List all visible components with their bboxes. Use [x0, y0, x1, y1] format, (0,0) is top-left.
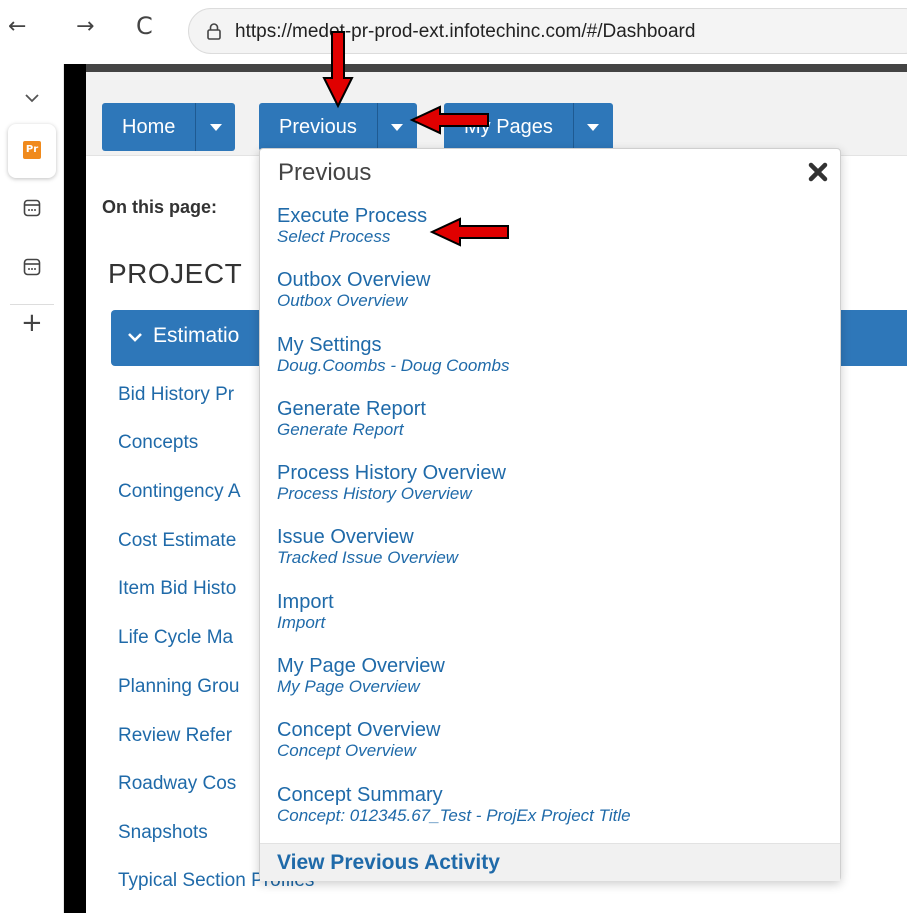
recent-item-title: Outbox Overview [277, 269, 431, 291]
recent-item-process-history-overview[interactable]: Process History Overview Process History… [277, 462, 506, 504]
recent-item-subtitle: Generate Report [277, 420, 404, 439]
recent-item-subtitle: Select Process [277, 227, 391, 246]
caret-down-icon [587, 123, 600, 131]
sidebar-divider [10, 304, 54, 305]
add-tab-icon[interactable]: + [21, 308, 43, 338]
list-link[interactable]: Cost Estimate [118, 530, 236, 552]
recent-item-title: Generate Report [277, 398, 426, 420]
tab-icon[interactable] [22, 198, 42, 218]
list-link[interactable]: Bid History Pr [118, 384, 234, 406]
recent-item-outbox-overview[interactable]: Outbox Overview Outbox Overview [277, 269, 430, 311]
address-bar[interactable]: https://medot-pr-prod-ext.infotechinc.co… [188, 8, 907, 54]
recent-item-subtitle: Concept Overview [277, 741, 416, 760]
page-top-border [86, 64, 907, 72]
browser-toolbar: ← → C https://medot-pr-prod-ext.infotech… [0, 0, 907, 64]
chevron-down-icon [128, 333, 142, 342]
my-pages-dropdown-toggle[interactable] [572, 103, 613, 151]
app-tab[interactable]: Pr [8, 124, 56, 178]
app-badge-icon: Pr [23, 141, 41, 159]
recent-item-subtitle: Concept: 012345.67_Test - ProjEx Project… [277, 806, 631, 825]
recent-item-title: Concept Summary [277, 784, 443, 806]
back-icon[interactable]: ← [8, 16, 26, 38]
recent-item-subtitle: Process History Overview [277, 484, 472, 503]
recent-item-generate-report[interactable]: Generate Report Generate Report [277, 398, 426, 440]
list-link[interactable]: Contingency A [118, 481, 241, 503]
recent-item-import[interactable]: Import Import [277, 591, 334, 633]
annotation-arrow-left-icon [409, 105, 489, 135]
recent-item-title: My Page Overview [277, 655, 445, 677]
list-link[interactable]: Life Cycle Ma [118, 627, 233, 649]
list-link[interactable]: Concepts [118, 432, 198, 454]
page-header: Home Previous My Pages [86, 72, 907, 156]
reload-icon[interactable]: C [136, 14, 153, 38]
forward-icon[interactable]: → [76, 16, 94, 38]
recent-item-title: Process History Overview [277, 462, 506, 484]
previous-dropdown-menu: Previous Execute Process Select Process … [259, 148, 841, 881]
recent-item-concept-overview[interactable]: Concept Overview Concept Overview [277, 719, 440, 761]
home-button-group: Home [102, 103, 236, 151]
recent-item-title: Concept Overview [277, 719, 441, 741]
site-info-icon[interactable] [205, 22, 223, 40]
recent-item-subtitle: Tracked Issue Overview [277, 548, 459, 567]
dropdown-title: Previous [278, 159, 372, 186]
list-link[interactable]: Review Refer [118, 725, 232, 747]
previous-button-group: Previous [259, 103, 417, 151]
caret-down-icon [209, 123, 222, 131]
caret-down-icon [391, 123, 404, 131]
list-link[interactable]: Planning Grou [118, 676, 239, 698]
list-link[interactable]: Snapshots [118, 822, 208, 844]
tab-icon[interactable] [22, 257, 42, 277]
section-label: Estimatio [153, 324, 240, 347]
recent-item-subtitle: Outbox Overview [277, 291, 408, 310]
recent-item-title: Issue Overview [277, 526, 414, 548]
on-this-page-label: On this page: [102, 197, 218, 217]
recent-item-subtitle: Doug.Coombs - Doug Coombs [277, 356, 510, 375]
dropdown-footer: View Previous Activity [260, 843, 840, 881]
view-previous-activity-link[interactable]: View Previous Activity [277, 851, 500, 875]
recent-item-execute-process[interactable]: Execute Process Select Process [277, 205, 427, 247]
recent-item-title: My Settings [277, 334, 382, 356]
browser-sidebar: Pr + [0, 64, 64, 913]
close-icon[interactable] [806, 160, 830, 184]
recent-item-subtitle: My Page Overview [277, 677, 420, 696]
recent-item-subtitle: Import [277, 613, 326, 632]
annotation-arrow-left-icon [429, 217, 509, 247]
recent-item-my-settings[interactable]: My Settings Doug.Coombs - Doug Coombs [277, 334, 509, 376]
list-link[interactable]: Roadway Cos [118, 773, 236, 795]
list-link[interactable]: Item Bid Histo [118, 578, 236, 600]
url-text: https://medot-pr-prod-ext.infotechinc.co… [235, 21, 696, 42]
previous-button[interactable]: Previous [259, 103, 377, 151]
chevron-down-icon[interactable] [22, 88, 42, 108]
recent-item-concept-summary[interactable]: Concept Summary Concept: 012345.67_Test … [277, 784, 631, 826]
recent-item-issue-overview[interactable]: Issue Overview Tracked Issue Overview [277, 526, 458, 568]
recent-item-title: Execute Process [277, 205, 428, 227]
page-title: PROJECT [108, 258, 243, 289]
annotation-arrow-down-icon [322, 31, 354, 109]
home-button[interactable]: Home [102, 103, 196, 151]
recent-item-title: Import [277, 591, 334, 613]
home-dropdown-toggle[interactable] [195, 103, 236, 151]
recent-item-my-page-overview[interactable]: My Page Overview My Page Overview [277, 655, 445, 697]
